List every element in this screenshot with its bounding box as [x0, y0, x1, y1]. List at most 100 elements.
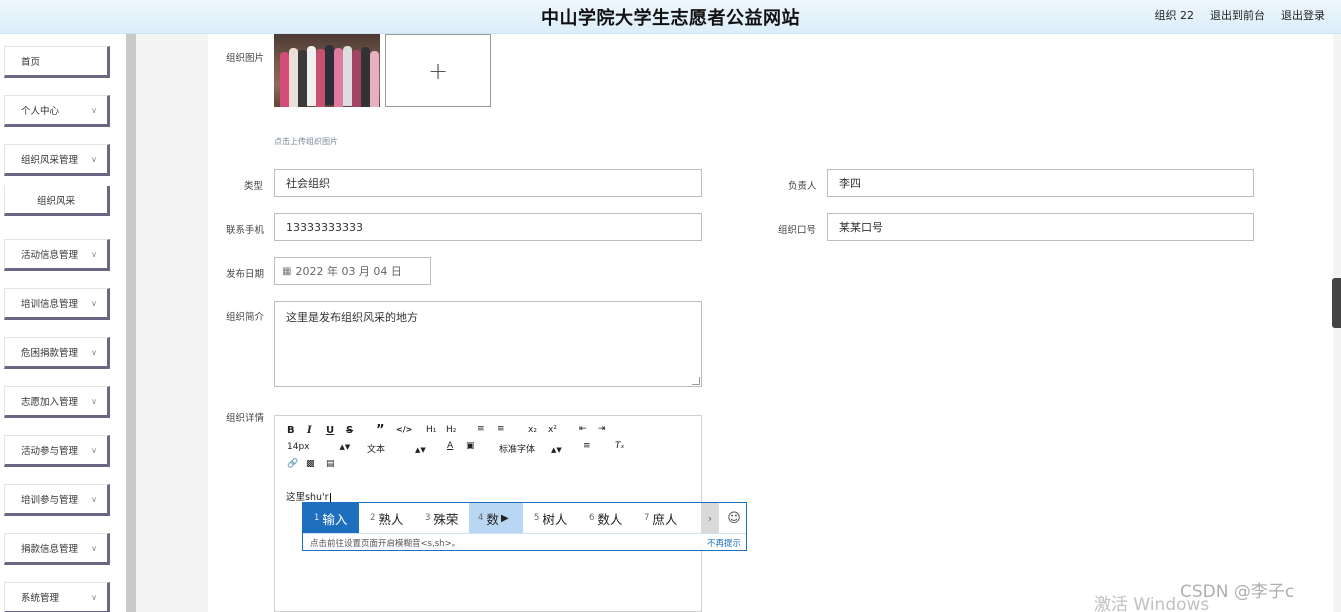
plus-icon: + — [427, 56, 449, 85]
leader-input[interactable]: 李四 — [827, 169, 1254, 197]
clear-format-icon[interactable]: Tₓ — [615, 441, 625, 451]
ime-tip: 点击前往设置页面开启模糊音<s,sh>。 — [310, 539, 461, 549]
ime-candidate-4[interactable]: 4 数 ▶ — [469, 503, 523, 533]
ime-candidate-6[interactable]: 6 数人 — [578, 503, 633, 533]
sidebar-subitem-org-style[interactable]: 组织风采 — [4, 186, 110, 216]
sidebar-item-activity-participation-mgmt[interactable]: 活动参与管理 ∨ — [4, 435, 110, 467]
date-label: 发布日期 — [226, 269, 265, 280]
ime-candidate-5[interactable]: 5 树人 — [523, 503, 578, 533]
ime-candidate-7[interactable]: 7 庶人 — [633, 503, 695, 533]
chevron-down-icon: ∨ — [91, 347, 97, 357]
intro-textarea[interactable]: 这里是发布组织风采的地方 — [274, 301, 702, 387]
sidebar-item-volunteer-join-mgmt[interactable]: 志愿加入管理 ∨ — [4, 386, 110, 418]
sidebar: 首页 个人中心 ∨ 组织风采管理 ∨ 组织风采 活动信息管理 ∨ 培训信息管理 ∨ 危困… — [0, 34, 136, 612]
calendar-icon: ▦ — [282, 265, 292, 277]
ime-candidate-3[interactable]: 3 殊荣 — [414, 503, 469, 533]
logout-link[interactable]: 退出登录 — [1281, 7, 1325, 23]
upload-hint: 点击上传组织图片 — [274, 137, 338, 146]
code-block-icon[interactable]: </> — [396, 425, 412, 434]
font-family-select[interactable]: 标准字体 ▲▼ — [499, 442, 562, 455]
sidebar-item-home[interactable]: 首页 — [4, 46, 110, 78]
font-size-select[interactable]: 14px ▲▼ — [287, 442, 350, 452]
sidebar-item-label: 培训参与管理 — [21, 495, 79, 506]
emoji-icon[interactable]: ☺ — [723, 503, 745, 533]
sidebar-item-label: 活动参与管理 — [21, 446, 79, 457]
ime-candidate-text: 数 — [486, 511, 499, 527]
align-icon[interactable]: ≡ — [583, 441, 591, 451]
date-picker[interactable]: ▦ 2022 年 03 月 04 日 — [274, 257, 431, 285]
paragraph-value: 文本 — [367, 445, 386, 455]
paragraph-select[interactable]: 文本 ▲▼ — [367, 442, 426, 455]
sidebar-item-donation-mgmt[interactable]: 危困捐款管理 ∨ — [4, 337, 110, 369]
underline-icon[interactable]: U — [326, 425, 334, 436]
chevron-down-icon: ∨ — [91, 298, 97, 308]
chevron-down-icon: ∨ — [91, 154, 97, 164]
bold-icon[interactable]: B — [287, 425, 295, 436]
sidebar-item-label: 组织风采 — [36, 195, 75, 207]
sidebar-item-activity-info-mgmt[interactable]: 活动信息管理 ∨ — [4, 239, 110, 271]
bullet-list-icon[interactable]: ≡ — [497, 424, 505, 434]
ime-candidate-text: 输入 — [322, 511, 348, 527]
detail-label: 组织详情 — [226, 413, 265, 424]
quote-icon[interactable]: ” — [376, 423, 385, 438]
sidebar-item-label: 捐款信息管理 — [21, 544, 79, 555]
header1-icon[interactable]: H₁ — [426, 425, 436, 435]
org-photo[interactable] — [274, 34, 380, 107]
sidebar-item-label: 个人中心 — [21, 106, 60, 117]
header2-icon[interactable]: H₂ — [446, 425, 456, 435]
font-size-value: 14px — [287, 442, 310, 452]
background-color-icon[interactable]: ▣ — [466, 441, 475, 451]
select-arrows-icon: ▲▼ — [551, 446, 562, 454]
superscript-icon[interactable]: x² — [548, 425, 557, 435]
side-drawer-handle[interactable] — [1332, 278, 1341, 328]
leader-value: 李四 — [839, 177, 861, 190]
ime-divider — [303, 533, 746, 534]
sidebar-item-label: 危困捐款管理 — [21, 348, 79, 359]
sidebar-item-label: 组织风采管理 — [21, 155, 79, 166]
sidebar-scrollbar[interactable] — [126, 34, 136, 612]
image-label: 组织图片 — [226, 53, 265, 64]
chevron-down-icon: ∨ — [91, 543, 97, 553]
ime-candidate-2[interactable]: 2 熟人 — [359, 503, 414, 533]
italic-icon[interactable]: I — [307, 425, 312, 436]
sidebar-item-label: 志愿加入管理 — [21, 397, 79, 408]
ime-more-candidates-button[interactable]: › — [701, 503, 719, 533]
link-icon[interactable]: 🔗 — [287, 459, 298, 469]
ime-dismiss-link[interactable]: 不再提示 — [707, 537, 741, 549]
sidebar-item-training-participation-mgmt[interactable]: 培训参与管理 ∨ — [4, 484, 110, 516]
phone-value: 13333333333 — [286, 220, 363, 234]
sidebar-item-donation-info-mgmt[interactable]: 捐款信息管理 ∨ — [4, 533, 110, 565]
chevron-down-icon: ∨ — [91, 592, 97, 602]
indent-icon[interactable]: ⇥ — [598, 424, 606, 434]
image-icon[interactable]: ▩ — [306, 459, 315, 469]
text-caret — [329, 492, 331, 503]
slogan-input[interactable]: 某某口号 — [827, 213, 1254, 241]
sidebar-item-label: 首页 — [21, 57, 41, 68]
upload-image-button[interactable]: + — [385, 34, 491, 107]
slogan-label: 组织口号 — [778, 225, 817, 236]
sidebar-item-system-mgmt[interactable]: 系统管理 ∨ — [4, 582, 110, 612]
csdn-watermark: CSDN @李子c — [1180, 582, 1295, 602]
video-icon[interactable]: ▤ — [326, 459, 335, 469]
back-to-front-link[interactable]: 退出到前台 — [1210, 7, 1265, 23]
font-color-icon[interactable]: A — [447, 441, 453, 451]
leader-label: 负责人 — [788, 181, 817, 192]
sidebar-item-org-style-mgmt[interactable]: 组织风采管理 ∨ — [4, 144, 110, 176]
type-value: 社会组织 — [286, 177, 330, 190]
strikethrough-icon[interactable]: S — [346, 425, 353, 436]
resize-grip-icon[interactable] — [692, 377, 700, 385]
phone-input[interactable]: 13333333333 — [274, 213, 702, 241]
ordered-list-icon[interactable]: ≡ — [477, 424, 485, 434]
mouse-cursor-icon: ▶ — [500, 512, 509, 524]
type-input[interactable]: 社会组织 — [274, 169, 702, 197]
ime-candidate-text: 数人 — [597, 511, 623, 527]
select-arrows-icon: ▲▼ — [415, 446, 426, 454]
type-label: 类型 — [244, 181, 264, 192]
sidebar-item-training-info-mgmt[interactable]: 培训信息管理 ∨ — [4, 288, 110, 320]
subscript-icon[interactable]: x₂ — [528, 425, 537, 435]
ime-candidate-1[interactable]: 1 输入 — [303, 503, 359, 533]
outdent-icon[interactable]: ⇤ — [579, 424, 587, 434]
editor-content[interactable]: 这里shu'r — [286, 489, 331, 503]
sidebar-item-personal-center[interactable]: 个人中心 ∨ — [4, 95, 110, 127]
ime-candidate-text: 熟人 — [378, 511, 404, 527]
